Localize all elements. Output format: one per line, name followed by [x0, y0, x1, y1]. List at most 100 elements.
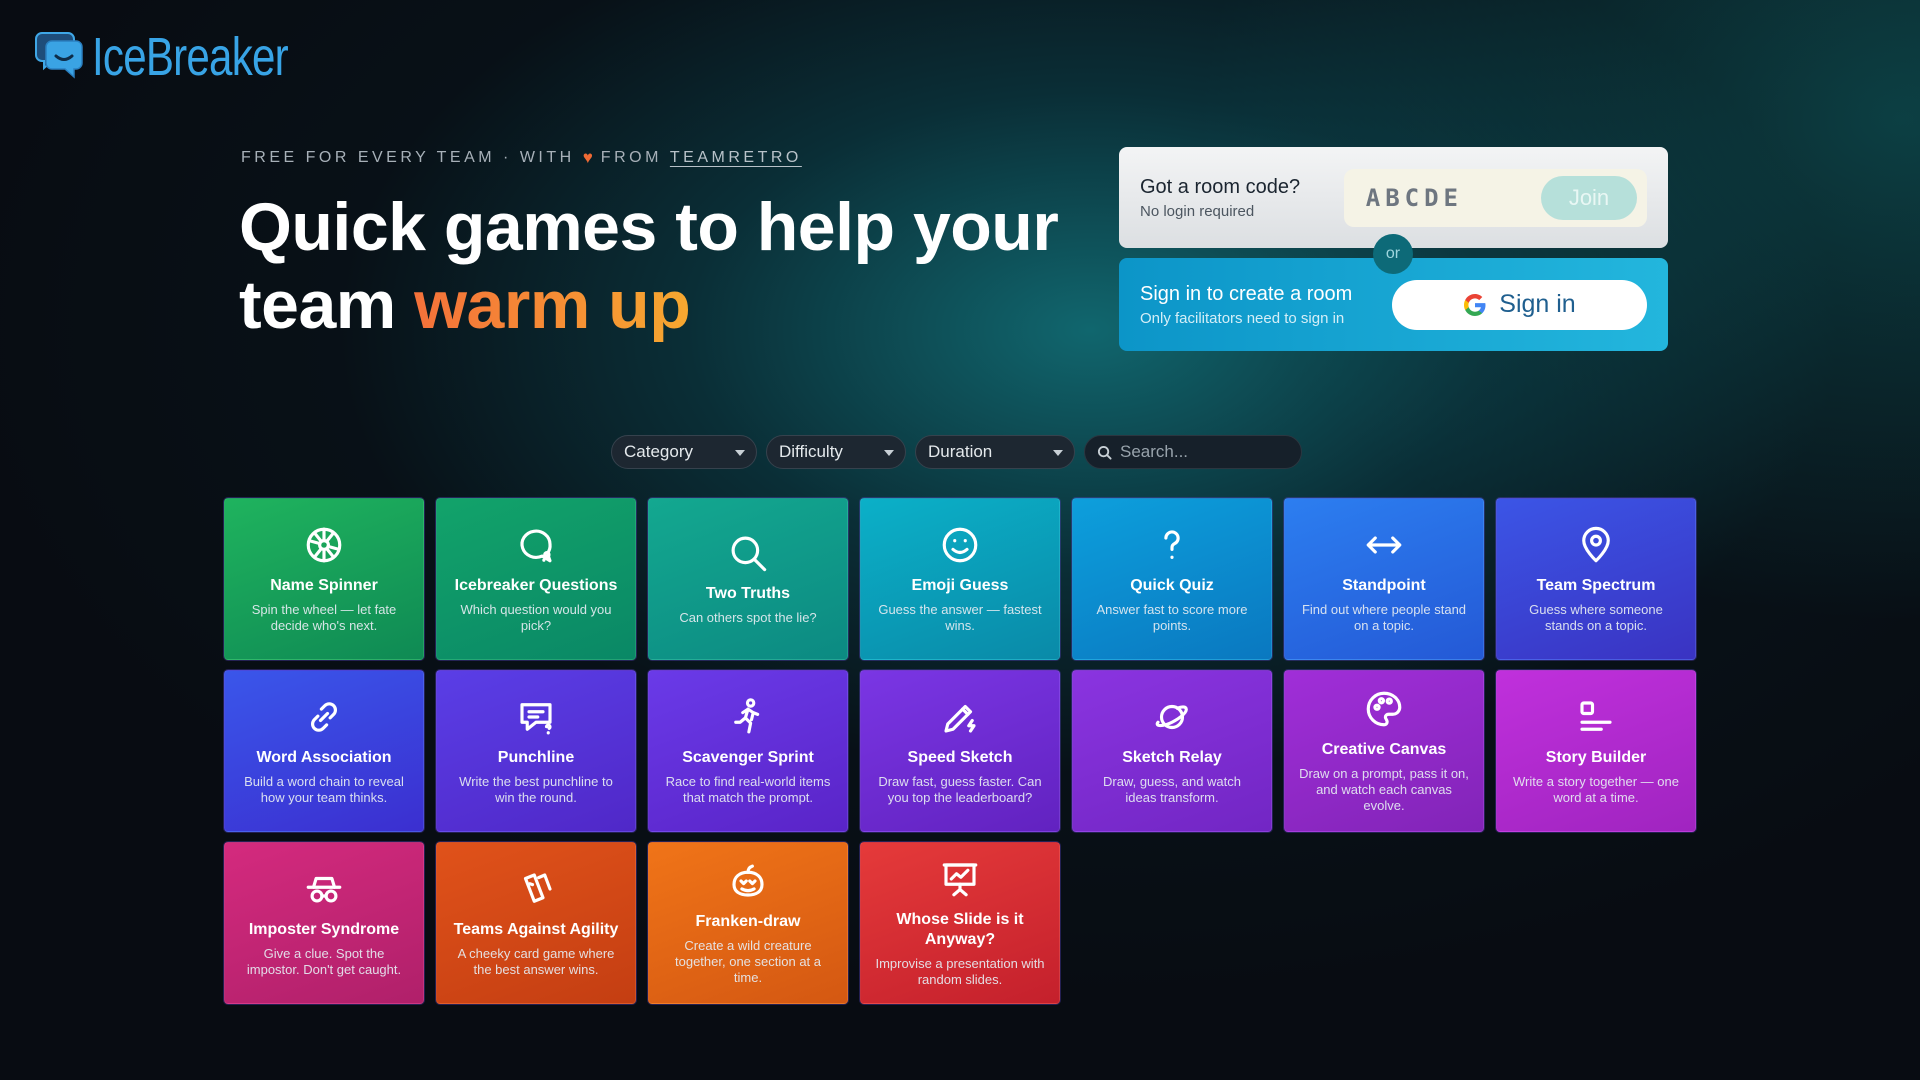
- wheel-icon: [306, 527, 342, 563]
- message-question-icon: [520, 703, 552, 735]
- filter-bar: Category Difficulty Duration: [611, 435, 1302, 469]
- map-pin-icon: [1582, 526, 1610, 563]
- game-card-title: Name Spinner: [270, 577, 378, 594]
- game-card-description: Improvise a presentation with random sli…: [875, 956, 1045, 987]
- cards-icon: [523, 873, 552, 903]
- game-card[interactable]: Icebreaker Questions Which question would…: [436, 498, 636, 660]
- search-icon: [1097, 445, 1112, 460]
- game-card[interactable]: Sketch Relay Draw, guess, and watch ideas…: [1072, 670, 1272, 832]
- signin-subtitle: Only facilitators need to sign in: [1140, 309, 1345, 327]
- game-card-description: Create a wild creature together, one sec…: [675, 938, 821, 985]
- game-card[interactable]: Standpoint Find out where people stand on…: [1284, 498, 1484, 660]
- game-card[interactable]: Two Truths Can others spot the lie?: [648, 498, 848, 660]
- game-card[interactable]: Scavenger Sprint Race to find real-world …: [648, 670, 848, 832]
- game-card[interactable]: Team Spectrum Guess where someone stands …: [1496, 498, 1696, 660]
- signin-title: Sign in to create a room: [1140, 282, 1353, 305]
- game-card[interactable]: Emoji Guess Guess the answer — fastest wi…: [860, 498, 1060, 660]
- game-card-title: Sketch Relay: [1122, 749, 1222, 766]
- smiley-icon: [942, 527, 978, 563]
- game-card-description: Race to find real-world items that match…: [665, 774, 831, 805]
- game-card-title: Emoji Guess: [911, 577, 1009, 594]
- game-card-description: Can others spot the lie?: [679, 610, 817, 625]
- game-card-description: Spin the wheel — let fate decide who's n…: [251, 602, 397, 633]
- brand-logo[interactable]: IceBreaker: [32, 30, 343, 84]
- pumpkin-icon: [732, 864, 764, 897]
- game-card-description: A cheeky card game where the best answer…: [457, 946, 615, 977]
- game-card-title: Punchline: [497, 749, 575, 766]
- spy-icon: [306, 876, 342, 903]
- planet-icon: [1155, 704, 1188, 730]
- link-icon: [311, 702, 337, 732]
- game-card[interactable]: Franken-draw Create a wild creature toget…: [648, 842, 848, 1004]
- eyebrow-from: FROM: [600, 149, 662, 166]
- question-mark-icon: [1164, 530, 1180, 559]
- game-card[interactable]: Quick Quiz Answer fast to score more poin…: [1072, 498, 1272, 660]
- game-card-description: Draw on a prompt, pass it on, and watch …: [1299, 766, 1469, 813]
- game-card[interactable]: Word Association Build a word chain to re…: [224, 670, 424, 832]
- game-card-title: Icebreaker Questions: [454, 577, 618, 594]
- game-card[interactable]: Imposter Syndrome Give a clue. Spot the i…: [224, 842, 424, 1004]
- game-card-title: Teams Against Agility: [453, 921, 619, 938]
- brand-name: IceBreaker: [92, 27, 289, 87]
- game-card-title: Scavenger Sprint: [682, 749, 814, 766]
- game-card-description: Which question would you pick?: [460, 602, 612, 633]
- game-card[interactable]: Creative Canvas Draw on a prompt, pass it…: [1284, 670, 1484, 832]
- game-card-description: Write the best punchline to win the roun…: [459, 774, 613, 805]
- running-person-icon: [734, 698, 760, 734]
- game-card[interactable]: Speed Sketch Draw fast, guess faster. Can…: [860, 670, 1060, 832]
- game-card-description: Find out where people stand on a topic.: [1301, 602, 1467, 633]
- game-card-description: Write a story together — one word at a t…: [1513, 774, 1679, 805]
- search-input[interactable]: [1120, 442, 1290, 462]
- chevron-down-icon: [735, 450, 745, 456]
- headline-accent: warm up: [414, 267, 691, 343]
- game-card[interactable]: Name Spinner Spin the wheel — let fate de…: [224, 498, 424, 660]
- difficulty-select-label: Difficulty: [779, 442, 843, 461]
- game-card-title: Quick Quiz: [1130, 577, 1214, 594]
- game-grid: Name Spinner Spin the wheel — let fate de…: [224, 498, 1696, 1004]
- chat-bubbles-icon: [32, 31, 84, 83]
- game-card-title: Team Spectrum: [1536, 577, 1656, 594]
- google-signin-button[interactable]: Sign in: [1392, 279, 1647, 330]
- game-card-title: Creative Canvas: [1321, 741, 1447, 758]
- game-card-description: Build a word chain to reveal how your te…: [244, 774, 404, 805]
- game-card-title: Story Builder: [1545, 749, 1647, 766]
- signin-button-label: Sign in: [1499, 290, 1576, 318]
- arrows-horizontal-icon: [1366, 536, 1402, 554]
- teamretro-link[interactable]: TEAMRETRO: [670, 149, 802, 167]
- room-code-title: Got a room code?: [1140, 175, 1301, 198]
- signin-texts: Sign in to create a room Only facilitato…: [1140, 283, 1390, 327]
- search-box: [1084, 435, 1302, 469]
- game-card-title: Franken-draw: [695, 913, 801, 930]
- game-card-title: Two Truths: [705, 585, 791, 602]
- game-card[interactable]: Punchline Write the best punchline to win…: [436, 670, 636, 832]
- game-card-title: Speed Sketch: [907, 749, 1013, 766]
- duration-select[interactable]: Duration: [915, 435, 1075, 469]
- heart-icon: ♥: [582, 148, 593, 167]
- game-card[interactable]: Whose Slide is it Anyway? Improvise a pre…: [860, 842, 1060, 1004]
- palette-icon: [1366, 691, 1402, 727]
- game-card-description: Give a clue. Spot the impostor. Don't ge…: [246, 946, 402, 977]
- game-card[interactable]: Teams Against Agility A cheeky card game …: [436, 842, 636, 1004]
- headline-plain: team: [239, 267, 396, 343]
- room-code-box: Join: [1343, 168, 1647, 227]
- join-button[interactable]: Join: [1541, 175, 1637, 220]
- game-card-description: Answer fast to score more points.: [1096, 602, 1248, 633]
- room-code-panel: Got a room code? No login required Join: [1119, 147, 1668, 248]
- category-select[interactable]: Category: [611, 435, 757, 469]
- chevron-down-icon: [1053, 450, 1063, 456]
- text-lines-icon: [1580, 701, 1612, 731]
- or-divider: or: [1373, 234, 1413, 274]
- game-card-description: Guess the answer — fastest wins.: [878, 602, 1042, 633]
- hero-eyebrow: FREE FOR EVERY TEAM · WITH ♥ FROM TEAMRE…: [241, 148, 802, 168]
- duration-select-label: Duration: [928, 442, 993, 461]
- room-code-input[interactable]: [1365, 183, 1556, 212]
- headline-line1: Quick games to help your: [239, 189, 1059, 265]
- pencil-bolt-icon: [944, 704, 976, 733]
- game-card[interactable]: Story Builder Write a story together — on…: [1496, 670, 1696, 832]
- eyebrow-prefix: FREE FOR EVERY TEAM · WITH: [241, 149, 575, 166]
- presentation-icon: [942, 863, 978, 897]
- chevron-down-icon: [884, 450, 894, 456]
- game-card-description: Draw fast, guess faster. Can you top the…: [878, 774, 1042, 805]
- difficulty-select[interactable]: Difficulty: [766, 435, 906, 469]
- game-card-title: Standpoint: [1342, 577, 1426, 594]
